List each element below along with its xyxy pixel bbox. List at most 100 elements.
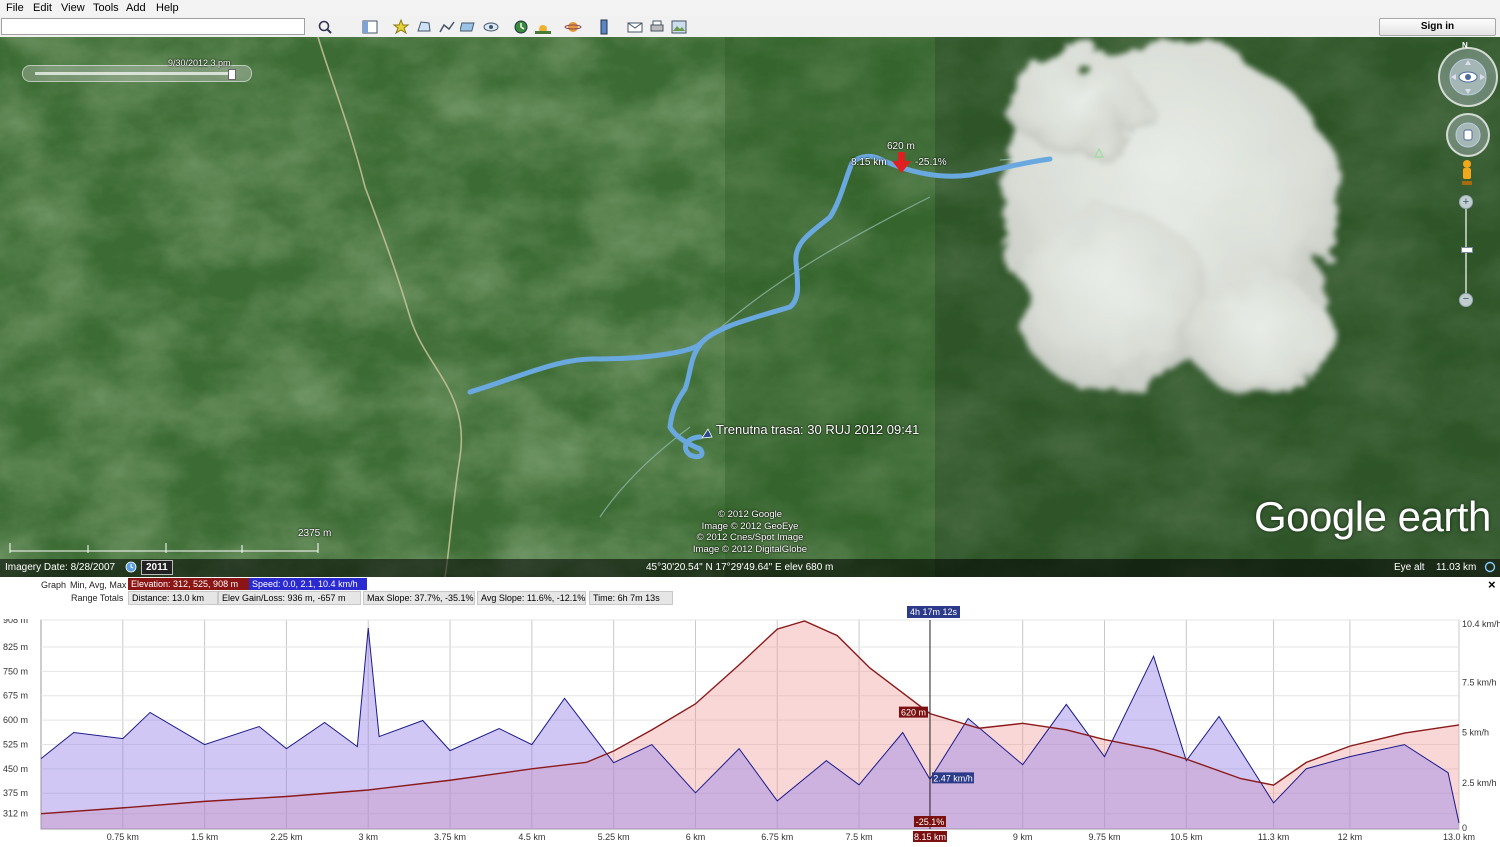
time-slider-label: 9/30/2012 3 pm — [168, 58, 231, 68]
x-tick-label: 3 km — [358, 832, 378, 842]
sun-button[interactable] — [533, 18, 553, 36]
sidebar-button[interactable] — [360, 18, 380, 36]
time-slider-handle[interactable] — [228, 69, 236, 80]
toolbar: Sign in — [0, 16, 1500, 38]
x-tick-label: 11.3 km — [1258, 832, 1289, 842]
cursor-slope-label: -25.1% — [916, 817, 945, 827]
profile-svg[interactable]: 908 m 825 m 750 m 675 m 600 m 525 m 450 m 375 m… — [0, 615, 1500, 844]
marker-slope-label: -25.1% — [915, 157, 947, 168]
map-status-bar: Imagery Date: 8/28/2007 2011 45°30'20.54… — [0, 559, 1500, 577]
graph-label: Graph — [41, 580, 67, 590]
elevation-profile-chart[interactable]: 908 m 825 m 750 m 675 m 600 m 525 m 450 m 375 m… — [0, 615, 1500, 844]
y2-tick-label: 7.5 km/h — [1462, 677, 1497, 687]
imagery-year-badge[interactable]: 2011 — [141, 560, 173, 575]
look-control[interactable] — [1438, 47, 1498, 107]
menu-tools[interactable]: Tools — [93, 2, 119, 14]
x-tick-label: 8.15 km — [914, 832, 946, 842]
x-tick-label: 6.75 km — [761, 832, 793, 842]
search-icon — [318, 20, 332, 34]
polygon-button[interactable] — [414, 18, 434, 36]
search-input[interactable] — [1, 18, 305, 35]
menu-help[interactable]: Help — [156, 2, 179, 14]
tour-icon — [483, 22, 499, 32]
menu-view[interactable]: View — [61, 2, 85, 14]
cursor-coordinates: 45°30'20.54" N 17°29'49.64" E elev 680 m — [646, 562, 834, 573]
zoom-handle[interactable] — [1461, 247, 1473, 253]
elev-gain-loss-total: Elev Gain/Loss: 936 m, -657 m — [218, 591, 361, 605]
print-button[interactable] — [647, 18, 667, 36]
x-tick-label: 6 km — [686, 832, 706, 842]
track-label[interactable]: Trenutna trasa: 30 RUJ 2012 09:41 — [716, 422, 919, 437]
overlay-button[interactable] — [459, 18, 479, 36]
planets-button[interactable] — [563, 18, 583, 36]
y-tick-label: 825 m — [3, 642, 28, 652]
map-view[interactable]: 9/30/2012 3 pm 620 m 8.15 km -25.1% Tren… — [0, 37, 1500, 577]
menu-add[interactable]: Add — [126, 2, 146, 14]
marker-distance-label: 8.15 km — [851, 157, 887, 168]
tour-button[interactable] — [481, 18, 501, 36]
save-image-icon — [671, 20, 687, 34]
path-icon — [439, 21, 455, 33]
y2-tick-label: 2.5 km/h — [1462, 778, 1497, 788]
ruler-icon — [600, 19, 608, 35]
x-tick-label: 10.5 km — [1170, 832, 1202, 842]
copyright-line: © 2012 Google — [717, 509, 783, 520]
menu-edit[interactable]: Edit — [33, 2, 52, 14]
copyright-line: © 2012 Cnes/Spot Image — [696, 532, 804, 543]
search-button[interactable] — [315, 18, 335, 36]
range-totals-label: Range Totals — [71, 593, 124, 603]
elevation-profile-header: Graph Min, Avg, Max Elevation: 312, 525,… — [0, 577, 1500, 619]
print-icon — [650, 20, 664, 32]
eye-alt-label: Eye alt — [1394, 562, 1425, 573]
y-tick-label: 312 m — [3, 809, 28, 819]
y-tick-label: 750 m — [3, 666, 28, 676]
email-button[interactable] — [625, 18, 645, 36]
max-slope-total: Max Slope: 37.7%, -35.1% — [363, 591, 475, 605]
x-tick-label: 2.25 km — [270, 832, 302, 842]
y2-tick-label: 10.4 km/h — [1462, 619, 1500, 629]
polygon-icon — [417, 21, 431, 32]
street-view-pegman[interactable] — [1460, 159, 1474, 187]
copyright-block: © 2012 Google Image © 2012 GeoEye © 2012… — [640, 509, 860, 555]
eye-alt-value: 11.03 km — [1436, 562, 1477, 573]
elevation-series-toggle[interactable]: Elevation: 312, 525, 908 m — [128, 578, 249, 590]
y-tick-label: 375 m — [3, 788, 28, 798]
avg-slope-total: Avg Slope: 11.6%, -12.1% — [477, 591, 586, 605]
google-earth-logo: Google earth — [1254, 493, 1491, 540]
placemark-icon — [392, 18, 410, 35]
historical-imagery-icon[interactable] — [125, 561, 137, 576]
eye-icon — [1449, 58, 1487, 96]
x-tick-label: 4.5 km — [518, 832, 545, 842]
scale-label: 2375 m — [298, 528, 332, 539]
sign-in-button[interactable]: Sign in — [1379, 18, 1496, 36]
copyright-line: Image © 2012 GeoEye — [701, 520, 799, 532]
compass-north-label: N — [1462, 41, 1468, 50]
historical-imagery-button[interactable] — [511, 18, 531, 36]
cursor-elev-label: 620 m — [901, 708, 926, 718]
path-button[interactable] — [437, 18, 457, 36]
move-control[interactable] — [1446, 113, 1490, 157]
min-avg-max-label: Min, Avg, Max — [70, 580, 127, 590]
ruler-button[interactable] — [594, 18, 614, 36]
x-tick-label: 13.0 km — [1443, 832, 1475, 842]
zoom-in-button[interactable]: + — [1459, 195, 1473, 209]
x-tick-label: 1.5 km — [191, 832, 218, 842]
streaming-indicator-icon — [1484, 561, 1496, 576]
x-tick-label: 5.25 km — [598, 832, 630, 842]
zoom-out-button[interactable]: − — [1459, 293, 1473, 307]
sun-icon — [535, 25, 551, 34]
speed-series-toggle[interactable]: Speed: 0.0, 2.1, 10.4 km/h — [249, 578, 367, 590]
sidebar-icon — [362, 20, 378, 34]
pegman-icon — [1462, 160, 1472, 185]
copyright-line: Image © 2012 DigitalGlobe — [692, 543, 808, 555]
zoom-slider[interactable]: + − — [1459, 195, 1473, 307]
hand-icon — [1455, 122, 1481, 148]
time-slider-track — [35, 72, 235, 75]
y-tick-label: 908 m — [3, 619, 28, 625]
menu-file[interactable]: File — [6, 2, 24, 14]
y-tick-label: 675 m — [3, 691, 28, 701]
placemark-button[interactable] — [391, 18, 411, 36]
y-tick-label: 600 m — [3, 715, 28, 725]
save-image-button[interactable] — [669, 18, 689, 36]
close-profile-button[interactable]: × — [1488, 577, 1496, 592]
